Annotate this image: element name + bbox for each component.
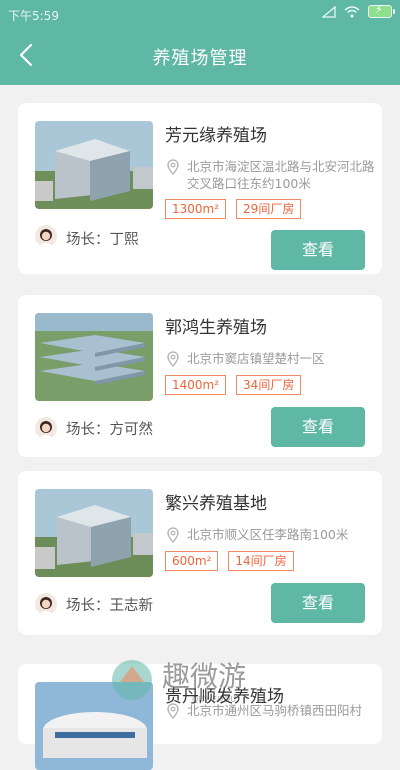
- manager-avatar: [35, 593, 57, 615]
- farm-address-text: 北京市海淀区温北路与北安河北路交叉路口往东约100米: [187, 159, 375, 191]
- status-icons: ⚡: [322, 3, 395, 18]
- farm-tags: 1300m² 29间厂房: [165, 199, 302, 219]
- battery-icon: ⚡: [368, 3, 395, 18]
- farm-name: 繁兴养殖基地: [165, 494, 267, 514]
- manager-name: 场长：丁熙: [66, 232, 139, 248]
- houses-tag: 29间厂房: [236, 199, 302, 219]
- manager-name: 场长：王志新: [66, 598, 153, 614]
- view-button[interactable]: 查看: [271, 407, 365, 447]
- location-pin-icon: [167, 159, 179, 175]
- location-pin-icon: [167, 527, 179, 543]
- houses-tag: 34间厂房: [236, 375, 302, 395]
- farm-name: 郭鸿生养殖场: [165, 318, 267, 338]
- manager-avatar: [35, 417, 57, 439]
- farm-tags: 1400m² 34间厂房: [165, 375, 302, 395]
- wifi-icon: [344, 5, 360, 18]
- page-title: 养殖场管理: [152, 48, 248, 69]
- farm-card: 繁兴养殖基地 北京市顺义区任李路南100米 600m² 14间厂房 场长：王志新…: [18, 471, 382, 635]
- farm-card: 芳元缘养殖场 北京市海淀区温北路与北安河北路交叉路口往东约100米 1300m²…: [18, 103, 382, 274]
- app-header: 下午5:59 ⚡ 养殖场管理: [0, 0, 400, 85]
- farm-address-text: 北京市窦店镇望楚村一区: [187, 351, 325, 366]
- view-button[interactable]: 查看: [271, 583, 365, 623]
- farm-address: 北京市顺义区任李路南100米: [165, 526, 375, 543]
- area-tag: 1400m²: [165, 375, 227, 395]
- status-bar: 下午5:59 ⚡: [0, 0, 400, 28]
- houses-tag: 14间厂房: [228, 551, 294, 571]
- farm-image: [35, 121, 153, 209]
- status-time: 下午5:59: [8, 9, 59, 23]
- farm-image: [35, 489, 153, 577]
- view-button[interactable]: 查看: [271, 230, 365, 270]
- area-tag: 1300m²: [165, 199, 227, 219]
- farm-address: 北京市窦店镇望楚村一区: [165, 350, 375, 367]
- farm-name: 芳元缘养殖场: [165, 126, 267, 146]
- location-pin-icon: [167, 351, 179, 367]
- farm-image: [35, 313, 153, 401]
- manager-name: 场长：方可然: [66, 422, 153, 438]
- manager-avatar: [35, 225, 57, 247]
- area-tag: 600m²: [165, 551, 219, 571]
- farm-address: 北京市海淀区温北路与北安河北路交叉路口往东约100米: [165, 158, 375, 192]
- farm-image: [35, 682, 153, 770]
- location-pin-icon: [167, 703, 179, 719]
- farm-tags: 600m² 14间厂房: [165, 551, 294, 571]
- farm-card: 郭鸿生养殖场 北京市窦店镇望楚村一区 1400m² 34间厂房 场长：方可然 查…: [18, 295, 382, 457]
- farm-card: 贵丹顺发养殖场 北京市通州区马驹桥镇西田阳村: [18, 664, 382, 770]
- farm-address-text: 北京市顺义区任李路南100米: [187, 527, 349, 542]
- signal-icon: [322, 5, 336, 18]
